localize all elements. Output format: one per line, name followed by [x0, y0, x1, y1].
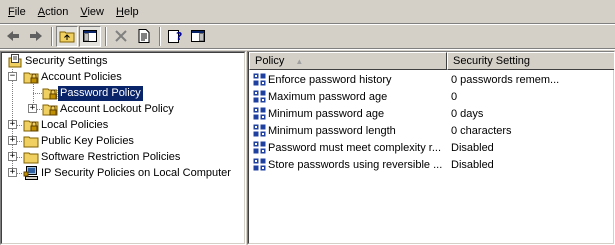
delete-button[interactable] [110, 26, 132, 47]
sort-ascending-icon: ▲ [295, 57, 304, 66]
tree-item-account-lockout-policy[interactable]: Account Lockout Policy [42, 101, 176, 117]
toolbar-separator [51, 26, 53, 46]
help-icon: ? [168, 30, 182, 43]
menu-bar: File Action View Help [0, 0, 615, 24]
toolbar-bottom-separator [0, 48, 615, 50]
list-item[interactable]: Store passwords using reversible ... Dis… [252, 156, 494, 173]
console-tree-pane[interactable]: Security Settings − Account Policies Pas… [0, 51, 246, 245]
expand-ip-security-policies-toggle[interactable]: + [8, 168, 17, 177]
up-one-level-icon [59, 31, 75, 43]
menu-file[interactable]: File [2, 3, 32, 21]
tree-item-account-policies[interactable]: Account Policies [23, 69, 124, 85]
menu-help[interactable]: Help [110, 3, 145, 21]
policy-setting-icon [253, 157, 267, 172]
show-hide-action-pane-button[interactable] [187, 26, 209, 47]
expand-local-policies-toggle[interactable]: + [8, 120, 17, 129]
column-header-security-setting[interactable]: Security Setting [447, 52, 614, 70]
expand-account-lockout-policy-toggle[interactable]: + [28, 104, 37, 113]
details-pane[interactable]: Policy ▲ Security Setting Enforce passwo… [247, 51, 615, 245]
folder-lock-icon [23, 72, 39, 84]
security-settings-icon [8, 54, 22, 68]
export-list-icon [138, 29, 150, 43]
policy-setting-icon [253, 140, 267, 155]
folder-icon [23, 136, 39, 148]
folder-lock-icon [42, 104, 58, 116]
ip-security-computer-icon [23, 166, 38, 180]
menu-view[interactable]: View [74, 3, 110, 21]
forward-icon [30, 31, 42, 41]
policy-setting-icon [253, 89, 267, 104]
show-hide-action-pane-icon [191, 30, 205, 42]
policy-setting-icon [253, 106, 267, 121]
help-button[interactable]: ? [164, 26, 186, 47]
tree-item-public-key-policies[interactable]: Public Key Policies [23, 133, 136, 149]
back-button[interactable] [2, 26, 24, 47]
collapse-account-policies-toggle[interactable]: − [8, 72, 17, 81]
toolbar-separator [159, 26, 161, 46]
up-one-level-button[interactable] [56, 25, 78, 47]
tree-item-ip-security-policies[interactable]: IP Security Policies on Local Computer [23, 165, 233, 181]
list-item[interactable]: Enforce password history 0 passwords rem… [252, 71, 559, 88]
list-item[interactable]: Password must meet complexity r... Disab… [252, 139, 494, 156]
toolbar-separator [105, 26, 107, 46]
tree-item-password-policy[interactable]: Password Policy [42, 84, 144, 102]
tree-item-security-settings[interactable]: Security Settings [7, 53, 110, 69]
expand-public-key-policies-toggle[interactable]: + [8, 136, 17, 145]
tree-item-software-restriction-policies[interactable]: Software Restriction Policies [23, 149, 182, 165]
forward-button[interactable] [25, 26, 47, 47]
show-hide-console-tree-button[interactable] [79, 25, 101, 47]
policy-setting-icon [253, 72, 267, 87]
expand-software-restriction-policies-toggle[interactable]: + [8, 152, 17, 161]
column-header-policy[interactable]: Policy ▲ [249, 52, 447, 70]
folder-lock-icon [42, 88, 58, 100]
list-item[interactable]: Minimum password age 0 days [252, 105, 483, 122]
show-hide-console-tree-icon [83, 30, 97, 42]
toolbar: ? [2, 25, 210, 47]
list-item[interactable]: Minimum password length 0 characters [252, 122, 512, 139]
back-icon [7, 31, 19, 41]
delete-icon [115, 30, 127, 42]
svg-text:?: ? [176, 30, 182, 43]
folder-icon [23, 152, 39, 164]
export-list-button[interactable] [133, 26, 155, 47]
menu-action[interactable]: Action [32, 3, 75, 21]
policy-setting-icon [253, 123, 267, 138]
folder-lock-icon [23, 120, 39, 132]
tree-item-local-policies[interactable]: Local Policies [23, 117, 110, 133]
list-item[interactable]: Maximum password age 0 [252, 88, 457, 105]
